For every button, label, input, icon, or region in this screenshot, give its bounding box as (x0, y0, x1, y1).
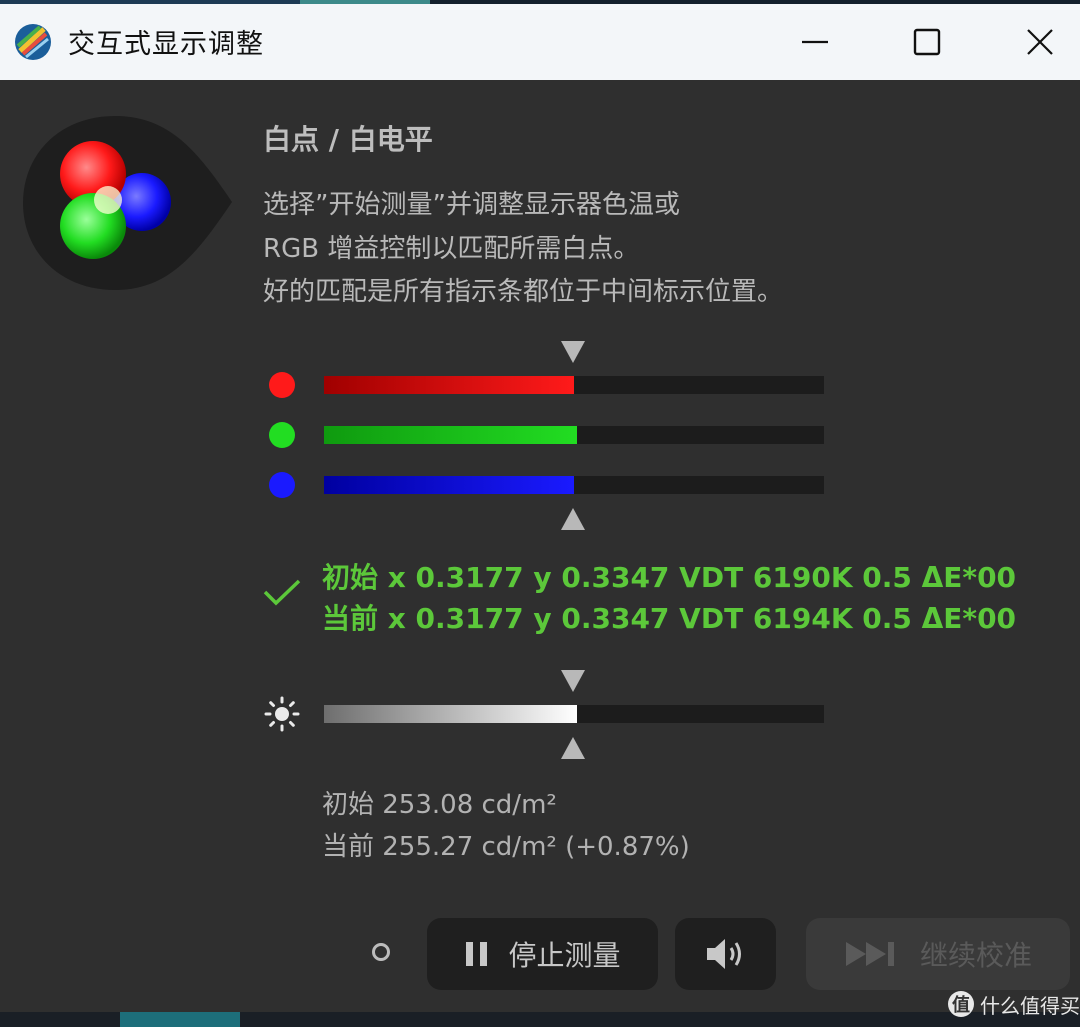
luminance-target-marker-bottom (561, 737, 585, 759)
green-gain-bar (324, 426, 824, 444)
stop-measurement-button[interactable]: 停止测量 (427, 918, 658, 990)
rgb-logo-icon (20, 112, 235, 294)
title-bar: 交互式显示调整 (0, 4, 1080, 80)
site-watermark: 值 什么值得买 (948, 990, 1080, 1018)
rgb-target-marker-top (561, 341, 585, 363)
rgb-target-marker-bottom (561, 508, 585, 530)
maximize-icon (913, 28, 941, 56)
minimize-button[interactable] (760, 4, 870, 80)
watermark-text: 什么值得买 (980, 993, 1080, 1018)
continue-calibration-button[interactable]: 继续校准 (806, 918, 1070, 990)
checkmark-icon (262, 578, 302, 612)
watermark-badge: 值 (948, 991, 974, 1017)
status-indicator-icon (372, 943, 390, 961)
instruction-line-3: 好的匹配是所有指示条都位于中间标示位置。 (263, 277, 784, 307)
sun-icon (264, 696, 300, 736)
close-button[interactable] (985, 4, 1080, 80)
initial-measurement: 初始 x 0.3177 y 0.3347 VDT 6190K 0.5 ΔE*00 (322, 561, 1017, 594)
instruction-line-1: 选择”开始测量”并调整显示器色温或 (263, 190, 680, 220)
red-gain-fill (324, 376, 574, 394)
app-logo-icon (14, 23, 52, 61)
sound-toggle-button[interactable] (675, 918, 776, 990)
current-measurement: 当前 x 0.3177 y 0.3347 VDT 6194K 0.5 ΔE*00 (322, 602, 1017, 635)
initial-luminance: 初始 253.08 cd/m² (322, 790, 557, 820)
continue-calibration-label: 继续校准 (919, 939, 1032, 972)
maximize-button[interactable] (872, 4, 982, 80)
luminance-target-marker-top (561, 670, 585, 692)
skip-forward-icon (845, 942, 894, 966)
close-icon (1027, 29, 1053, 55)
stop-measurement-label: 停止测量 (508, 939, 621, 972)
window-title: 交互式显示调整 (68, 29, 264, 60)
pause-icon (466, 942, 488, 966)
green-channel-dot (269, 422, 295, 448)
blue-gain-bar (324, 476, 824, 494)
green-gain-fill (324, 426, 577, 444)
minimize-icon (802, 40, 828, 44)
luminance-fill (324, 705, 577, 723)
current-luminance: 当前 255.27 cd/m² (+0.87%) (322, 832, 690, 862)
blue-channel-dot (269, 472, 295, 498)
luminance-bar (324, 705, 824, 723)
red-channel-dot (269, 372, 295, 398)
instruction-line-2: RGB 增益控制以匹配所需白点。 (263, 234, 640, 264)
blue-gain-fill (324, 476, 574, 494)
speaker-icon (706, 939, 741, 969)
desktop-taskbar-strip (0, 1012, 1080, 1027)
section-heading: 白点 / 白电平 (263, 123, 433, 156)
red-gain-bar (324, 376, 824, 394)
